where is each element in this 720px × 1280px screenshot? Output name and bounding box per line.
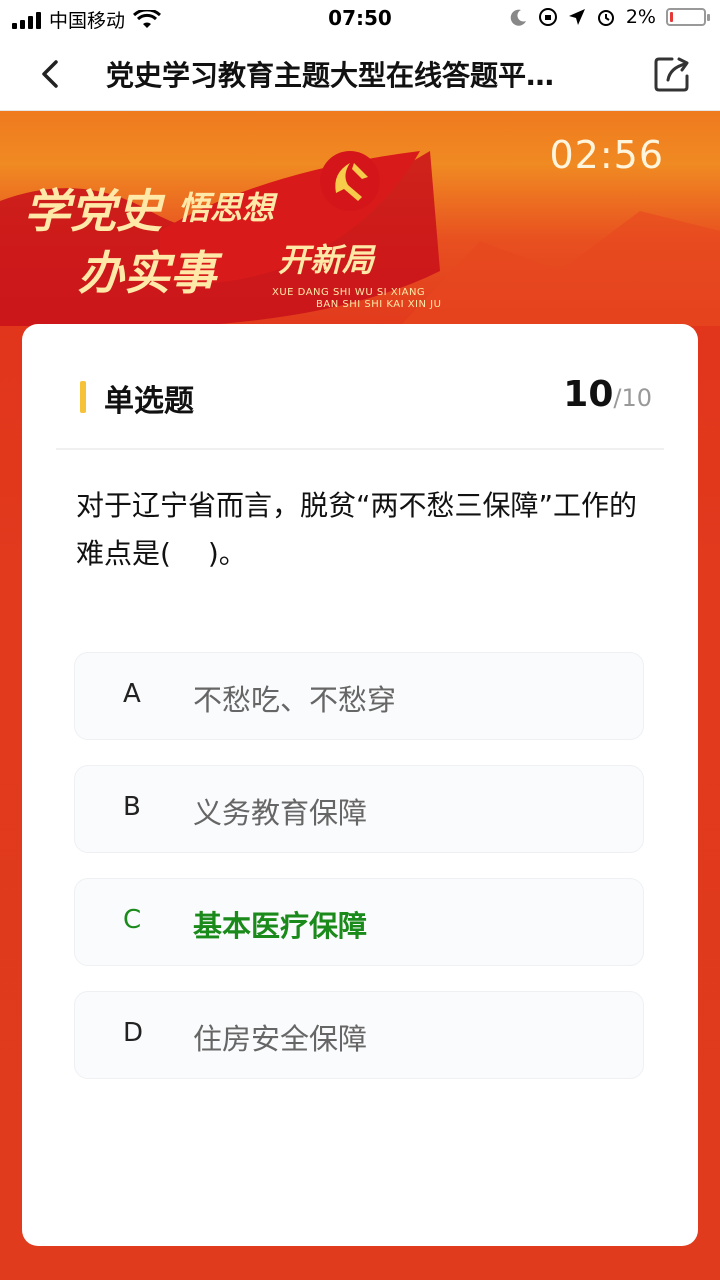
question-total: /10 <box>613 384 652 412</box>
slogan-line2a: 办实事 <box>78 246 216 300</box>
status-right: 2% <box>510 6 710 28</box>
location-icon <box>568 9 585 25</box>
countdown-timer: 02:56 <box>549 133 664 177</box>
option-b[interactable]: B 义务教育保障 <box>74 765 644 853</box>
option-text: 基本医疗保障 <box>193 909 368 943</box>
option-letter: B <box>123 792 141 822</box>
share-icon[interactable] <box>652 54 692 94</box>
alarm-icon <box>597 10 614 26</box>
question-index: 10 <box>563 374 614 415</box>
option-text: 住房安全保障 <box>193 1022 368 1056</box>
slogan-line1b: 悟思想 <box>178 189 275 227</box>
status-bar: 中国移动 07:50 2% <box>0 0 720 36</box>
pinyin-line2: BAN SHI SHI KAI XIN JU <box>316 299 442 310</box>
divider <box>56 448 664 450</box>
option-c[interactable]: C 基本医疗保障 <box>74 878 644 966</box>
option-letter: A <box>123 679 141 709</box>
question-card: 单选题 10/10 对于辽宁省而言，脱贫“两不愁三保障”工作的难点是( )。 A… <box>22 324 698 1246</box>
banner: 学党史 悟思想 办实事 开新局 XUE DANG SHI WU SI XIANG… <box>0 111 720 326</box>
party-emblem-icon <box>320 151 380 211</box>
battery-icon <box>666 8 710 26</box>
pinyin-line1: XUE DANG SHI WU SI XIANG <box>272 287 426 298</box>
back-arrow-icon[interactable] <box>30 54 70 94</box>
page-title: 党史学习教育主题大型在线答题平… <box>106 59 555 92</box>
slogan-line2b: 开新局 <box>278 241 375 279</box>
option-text: 义务教育保障 <box>193 796 368 830</box>
question-text: 对于辽宁省而言，脱贫“两不愁三保障”工作的难点是( )。 <box>76 489 638 570</box>
rotation-lock-icon <box>538 8 557 26</box>
moon-icon <box>510 9 526 26</box>
nav-bar: 党史学习教育主题大型在线答题平… <box>0 36 720 111</box>
option-text: 不愁吃、不愁穿 <box>193 683 397 717</box>
question-type-accent <box>80 381 86 413</box>
battery-percent: 2% <box>625 6 656 28</box>
option-a[interactable]: A 不愁吃、不愁穿 <box>74 652 644 740</box>
question-progress: 10/10 <box>563 374 652 415</box>
question-type: 单选题 <box>104 384 194 419</box>
option-letter: C <box>123 905 142 935</box>
slogan-line1a: 学党史 <box>24 184 162 238</box>
option-letter: D <box>123 1018 144 1048</box>
option-d[interactable]: D 住房安全保障 <box>74 991 644 1079</box>
